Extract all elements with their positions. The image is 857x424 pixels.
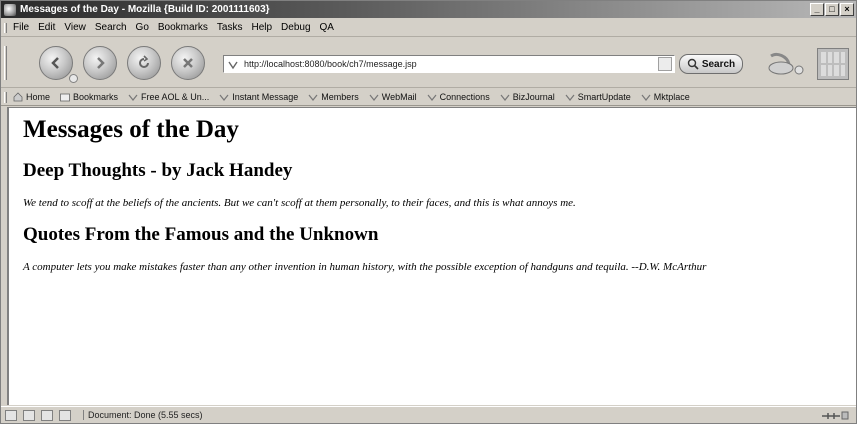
bookmark-bookmarks-folder[interactable]: Bookmarks [60, 92, 118, 102]
composer-icon[interactable] [41, 409, 53, 421]
bookmark-icon [219, 94, 229, 101]
mozilla-app-icon [4, 3, 16, 16]
bookmark-icon [308, 94, 318, 101]
navigator-icon[interactable] [5, 409, 17, 421]
personal-toolbar: Home Bookmarks Free AOL & Un... Instant … [1, 89, 856, 106]
bookmark-free-aol[interactable]: Free AOL & Un... [128, 92, 209, 102]
back-arrow-icon [51, 57, 59, 69]
address-book-icon[interactable] [59, 409, 71, 421]
reload-button[interactable] [127, 46, 161, 80]
menu-go[interactable]: Go [136, 22, 149, 33]
search-button[interactable]: Search [679, 54, 743, 74]
back-button[interactable] [39, 46, 78, 83]
menu-search[interactable]: Search [95, 22, 127, 33]
bookmark-label: Mktplace [653, 92, 690, 102]
page-bookmark-icon[interactable] [227, 58, 239, 70]
personalbar-grip[interactable] [4, 92, 7, 103]
url-input[interactable]: http://localhost:8080/book/ch7/message.j… [244, 59, 658, 69]
bookmark-mktplace[interactable]: Mktplace [641, 92, 690, 102]
bookmark-instant-message[interactable]: Instant Message [219, 92, 298, 102]
bookmark-webmail[interactable]: WebMail [369, 92, 417, 102]
forward-arrow-icon [97, 57, 105, 69]
bookmark-icon [500, 94, 510, 101]
online-status-icon[interactable] [820, 410, 850, 421]
bookmark-icon [427, 94, 437, 101]
bookmark-connections[interactable]: Connections [427, 92, 490, 102]
page-heading: Messages of the Day [23, 116, 239, 143]
magnifier-icon [687, 58, 699, 70]
navigation-toolbar: http://localhost:8080/book/ch7/message.j… [1, 38, 856, 88]
window-controls: _ □ × [810, 3, 854, 16]
menubar-grip[interactable] [4, 23, 7, 33]
bookmark-home[interactable]: Home [13, 92, 50, 102]
menu-debug[interactable]: Debug [281, 22, 310, 33]
window-title: Messages of the Day - Mozilla {Build ID:… [20, 4, 270, 15]
bookmark-members[interactable]: Members [308, 92, 359, 102]
forward-button[interactable] [83, 46, 117, 80]
bookmark-icon [641, 94, 651, 101]
folder-icon [60, 93, 70, 102]
bookmark-label: Connections [439, 92, 490, 102]
bookmark-bizjournal[interactable]: BizJournal [500, 92, 555, 102]
bookmark-label: BizJournal [512, 92, 555, 102]
menu-bar: File Edit View Search Go Bookmarks Tasks… [1, 19, 856, 37]
bookmark-icon [565, 94, 575, 101]
bookmark-label: Members [321, 92, 359, 102]
bookmark-icon [369, 94, 379, 101]
bookmark-label: Free AOL & Un... [141, 92, 210, 102]
navbar-grip[interactable] [4, 46, 7, 80]
bookmark-label: Bookmarks [73, 92, 119, 102]
menu-bookmarks[interactable]: Bookmarks [158, 22, 208, 33]
browser-window: Messages of the Day - Mozilla {Build ID:… [0, 0, 857, 424]
menu-edit[interactable]: Edit [38, 22, 55, 33]
print-icon[interactable] [767, 50, 807, 78]
bookmark-smartupdate[interactable]: SmartUpdate [565, 92, 631, 102]
menu-tasks[interactable]: Tasks [217, 22, 243, 33]
menu-help[interactable]: Help [251, 22, 272, 33]
search-button-label: Search [701, 58, 736, 70]
home-icon [13, 92, 23, 102]
bookmark-label: Instant Message [232, 92, 299, 102]
status-bar: Document: Done (5.55 secs) [1, 406, 856, 423]
mail-icon[interactable] [23, 409, 35, 421]
minimize-button[interactable]: _ [810, 3, 824, 16]
bookmark-label: WebMail [381, 92, 417, 102]
section-text: We tend to scoff at the beliefs of the a… [23, 197, 576, 209]
status-text: Document: Done (5.55 secs) [83, 410, 203, 420]
stop-button[interactable] [171, 46, 205, 80]
section-title: Deep Thoughts - by Jack Handey [23, 160, 293, 181]
bookmark-icon [128, 94, 138, 101]
back-history-dropdown[interactable] [69, 74, 78, 83]
menu-file[interactable]: File [13, 22, 29, 33]
section-text: A computer lets you make mistakes faster… [23, 261, 707, 273]
url-history-dropdown[interactable] [658, 57, 672, 71]
bookmark-label: SmartUpdate [577, 92, 631, 102]
url-bar[interactable]: http://localhost:8080/book/ch7/message.j… [223, 55, 675, 73]
mozilla-throbber-icon[interactable] [817, 48, 849, 80]
menu-view[interactable]: View [64, 22, 86, 33]
maximize-button[interactable]: □ [825, 3, 839, 16]
stop-icon [183, 58, 193, 68]
bookmark-label: Home [26, 92, 51, 102]
page-content: Messages of the Day Deep Thoughts - by J… [7, 107, 856, 405]
title-bar: Messages of the Day - Mozilla {Build ID:… [1, 1, 856, 18]
close-button[interactable]: × [840, 3, 854, 16]
menu-qa[interactable]: QA [320, 22, 334, 33]
section-title: Quotes From the Famous and the Unknown [23, 224, 379, 245]
reload-icon [139, 55, 149, 68]
